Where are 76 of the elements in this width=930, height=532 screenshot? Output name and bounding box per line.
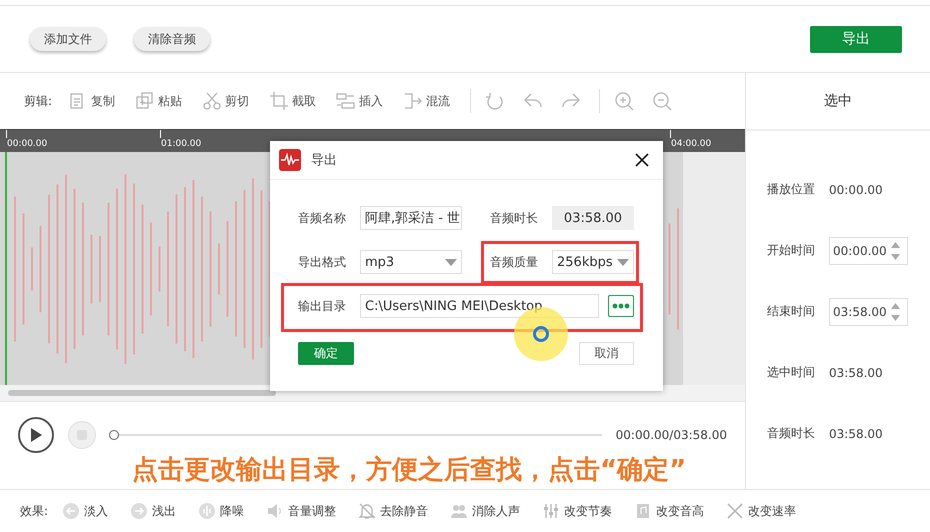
tutorial-caption: 点击更改输出目录，方便之后查找，点击“确定” — [132, 455, 686, 485]
tool-button[interactable]: 截取 — [269, 91, 316, 111]
tool-button[interactable]: 剪切 — [202, 91, 250, 111]
more-icon — [612, 303, 630, 309]
paste-icon — [135, 91, 156, 111]
field-label: 选中时间 — [767, 364, 815, 381]
duration-field: 03:58.00 — [552, 206, 634, 230]
name-field[interactable]: 阿肆,郭采洁 - 世 — [360, 206, 462, 230]
toolbar-label: 剪辑: — [24, 92, 52, 110]
timeline-tick: 00:00.00 — [7, 139, 48, 149]
effect-button[interactable]: 消除人声 — [450, 502, 520, 520]
effect-button[interactable]: 淡入 — [62, 502, 108, 520]
play-button[interactable] — [18, 417, 54, 453]
effect-button[interactable]: 浅出 — [130, 502, 176, 520]
play-icon — [30, 428, 42, 442]
progress-thumb[interactable] — [109, 430, 119, 440]
time-readout: 00:00.00/03:58.00 — [616, 428, 727, 442]
export-button[interactable]: 导出 — [810, 26, 902, 52]
close-button[interactable] — [633, 151, 651, 169]
stop-button[interactable] — [68, 421, 96, 449]
effect-button[interactable]: 去除静音 — [358, 502, 428, 520]
field-value: 00:00.00 — [829, 182, 883, 196]
ok-button[interactable]: 确定 — [298, 342, 354, 365]
field-label: 结束时间 — [767, 303, 815, 320]
app-logo-icon — [279, 149, 301, 171]
output-path-field[interactable]: C:\Users\NING MEI\Desktop — [360, 294, 599, 318]
scissors-icon — [202, 91, 222, 111]
field-label: 播放位置 — [767, 181, 815, 198]
panel-title: 选中 — [824, 92, 852, 110]
timeline-tick: 01:00.00 — [161, 139, 202, 149]
field-label: 音频时长 — [490, 210, 538, 226]
field-label: 音频质量 — [490, 254, 538, 270]
field-value: 03:58.00 — [829, 366, 883, 380]
arrow-left-icon — [62, 502, 80, 520]
zoom-out-icon[interactable] — [652, 91, 672, 111]
spinner-arrows-icon — [890, 300, 901, 322]
tool-button[interactable]: 复制 — [68, 91, 116, 111]
arrow-right-icon — [130, 502, 148, 520]
field-label: 开始时间 — [767, 242, 815, 259]
quality-dropdown[interactable]: 256kbps — [552, 250, 634, 274]
sliders-icon — [542, 502, 560, 520]
zoom-in-icon[interactable] — [614, 91, 634, 111]
people-icon — [450, 502, 468, 520]
refresh-icon[interactable] — [485, 91, 506, 111]
format-dropdown[interactable]: mp3 — [360, 250, 462, 274]
toolbar-button[interactable]: 清除音频 — [134, 27, 210, 51]
field-value: 03:58.00 — [829, 426, 883, 440]
effect-button[interactable]: 改变速率 — [726, 502, 796, 520]
tool-button[interactable]: 混流 — [403, 91, 450, 111]
effect-button[interactable]: 改变音高 — [634, 502, 704, 520]
effects-label: 效果: — [20, 502, 48, 520]
dropdown-arrow-icon — [617, 258, 629, 266]
timeline-tick: 04:00.00 — [671, 139, 712, 149]
time-spinner[interactable]: 03:58.00 — [829, 298, 908, 326]
field-label: 输出目录 — [298, 298, 347, 314]
field-label: 音频名称 — [298, 210, 346, 226]
tool-button[interactable]: 插入 — [336, 91, 384, 111]
time-spinner[interactable]: 00:00.00 — [829, 236, 908, 264]
field-label: 导出格式 — [298, 254, 346, 270]
scrollbar-thumb[interactable] — [8, 390, 276, 396]
spinner-arrows-icon — [890, 240, 901, 262]
toolbar-button[interactable]: 添加文件 — [30, 27, 106, 51]
crop-icon — [269, 91, 290, 111]
tool-button[interactable]: 粘贴 — [135, 91, 182, 111]
dialog-title: 导出 — [311, 152, 337, 169]
effect-button[interactable]: 降噪 — [198, 502, 244, 520]
arrow-right-icon — [403, 91, 424, 111]
dropdown-arrow-icon — [445, 258, 457, 266]
bell-off-icon — [358, 502, 376, 520]
effect-button[interactable]: 音量调整 — [266, 502, 336, 520]
field-label: 音频时长 — [767, 425, 815, 442]
cancel-button[interactable]: 取消 — [579, 342, 634, 365]
browse-button[interactable] — [608, 295, 634, 317]
close-icon — [633, 151, 651, 169]
insert-icon — [336, 91, 356, 111]
effect-button[interactable]: 改变节奏 — [542, 502, 612, 520]
